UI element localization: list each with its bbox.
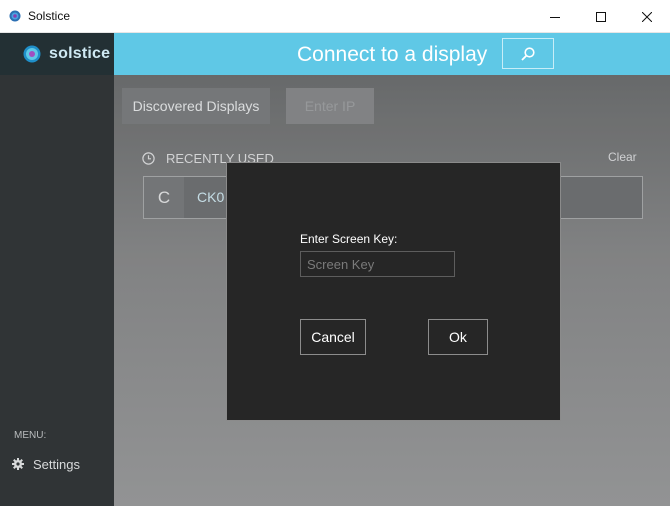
maximize-icon [596, 11, 606, 22]
header-bar: Connect to a display [114, 33, 670, 75]
page-title: Connect to a display [297, 43, 488, 66]
sidebar-item-label: Settings [33, 456, 80, 472]
minimize-button[interactable] [532, 0, 578, 33]
screen-key-input[interactable] [300, 251, 455, 277]
window-title: Solstice [28, 9, 71, 23]
cancel-button[interactable]: Cancel [300, 319, 366, 355]
menu-caption: MENU: [14, 430, 47, 441]
maximize-button[interactable] [578, 0, 624, 33]
solstice-logo-icon [23, 45, 41, 63]
close-icon [642, 11, 652, 22]
screen-key-dialog: Enter Screen Key: Cancel Ok [226, 162, 561, 421]
gear-icon [12, 458, 24, 470]
sidebar-item-settings[interactable]: Settings [12, 454, 80, 474]
screen-key-label: Enter Screen Key: [300, 232, 398, 246]
search-icon [521, 46, 535, 61]
sidebar-logo: solstice [0, 33, 114, 75]
minimize-icon [550, 16, 560, 18]
window-titlebar: Solstice [0, 0, 670, 33]
ok-button[interactable]: Ok [428, 319, 488, 355]
logo-text: solstice [49, 45, 111, 62]
search-button[interactable] [502, 38, 554, 69]
sidebar: solstice MENU: Settings [0, 33, 114, 506]
solstice-logo-icon [9, 10, 21, 22]
close-button[interactable] [624, 0, 670, 33]
